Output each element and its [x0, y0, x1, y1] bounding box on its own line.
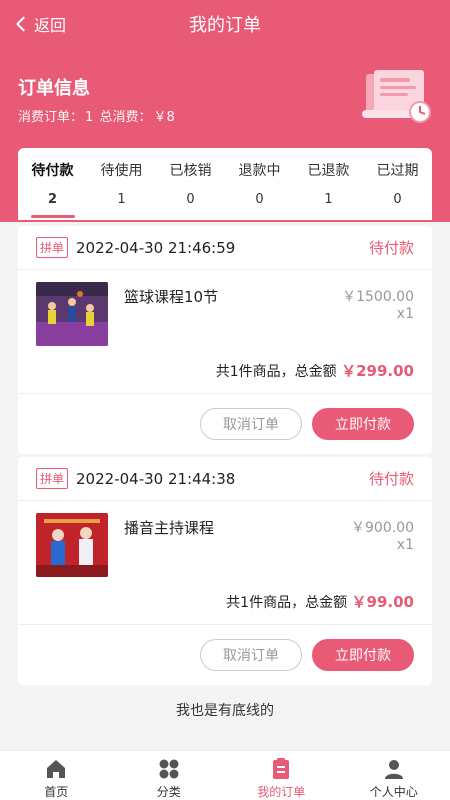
tab-refunding[interactable]: 退款中 0 [225, 148, 294, 220]
product-name: 播音主持课程 [124, 519, 215, 537]
order-amount: ￥99.00 [351, 593, 414, 611]
order-actions: 取消订单 立即付款 [18, 394, 432, 454]
pay-now-button[interactable]: 立即付款 [312, 408, 414, 440]
navbar: 返回 我的订单 [0, 0, 450, 48]
product-quantity: x1 [396, 537, 414, 553]
cancel-order-button[interactable]: 取消订单 [200, 639, 302, 671]
order-amount: ￥299.00 [341, 362, 414, 380]
order-time: 2022-04-30 21:44:38 [76, 469, 236, 488]
tab-label: 已核销 [169, 163, 212, 179]
orders-count: 1 [85, 110, 94, 125]
tabbar-item-profile[interactable]: 个人中心 [338, 751, 450, 800]
page-title: 我的订单 [189, 15, 261, 36]
order-actions: 取消订单 立即付款 [18, 625, 432, 685]
tab-label: 已退款 [307, 163, 350, 179]
end-of-list-note: 我也是有底线的 [176, 703, 274, 719]
orders-label: 消费订单： [18, 110, 84, 125]
receipt-illustration-icon [362, 70, 431, 123]
product-thumbnail [36, 282, 108, 346]
order-info-title: 订单信息 [18, 78, 90, 99]
order-header: 拼单 2022-04-30 21:46:59 待付款 [18, 226, 432, 270]
product-price: ￥1500.00 [342, 289, 414, 305]
group-buy-badge: 拼单 [36, 468, 69, 489]
order-status: 待付款 [368, 470, 414, 488]
back-button[interactable]: 返回 [12, 10, 66, 38]
product-quantity: x1 [396, 306, 414, 322]
tabbar-item-home[interactable]: 首页 [0, 751, 113, 800]
back-label: 返回 [34, 16, 67, 35]
cancel-order-button[interactable]: 取消订单 [200, 408, 302, 440]
tab-count: 0 [186, 192, 195, 207]
tab-count: 1 [117, 192, 126, 207]
tab-expired[interactable]: 已过期 0 [363, 148, 432, 220]
chevron-left-icon [16, 16, 25, 32]
group-buy-badge: 拼单 [36, 237, 69, 258]
tabbar-label: 我的订单 [257, 785, 306, 799]
tab-label: 待付款 [31, 163, 74, 179]
pay-now-button[interactable]: 立即付款 [312, 639, 414, 671]
tab-label: 已过期 [376, 163, 419, 179]
order-status-tabs: 待付款 2 待使用 1 已核销 0 退款中 0 已退款 1 已过期 0 [18, 148, 432, 220]
order-card: 拼单 2022-04-30 21:46:59 待付款 篮球课程10节 ￥1500… [18, 226, 432, 454]
order-item[interactable]: 播音主持课程 ￥900.00 x1 共1件商品，总金额 ￥99.00 [18, 501, 432, 625]
order-header: 拼单 2022-04-30 21:44:38 待付款 [18, 457, 432, 501]
tab-refunded[interactable]: 已退款 1 [294, 148, 363, 220]
bottom-tab-bar: 首页 分类 我的订单 个人中心 [0, 750, 450, 800]
summary-label: 共1件商品，总金额 [215, 364, 337, 380]
tab-redeemed[interactable]: 已核销 0 [156, 148, 225, 220]
summary-label: 共1件商品，总金额 [226, 595, 348, 611]
order-info-summary: 消费订单： 1 总消费： ￥8 [18, 106, 177, 125]
order-summary: 共1件商品，总金额 ￥99.00 [226, 591, 414, 612]
tabbar-item-category[interactable]: 分类 [113, 751, 226, 800]
total-label: 总消费： [99, 110, 152, 125]
tab-count: 0 [393, 192, 402, 207]
user-icon [384, 760, 403, 779]
tab-pending-payment[interactable]: 待付款 2 [18, 148, 87, 220]
home-icon [47, 760, 66, 778]
tabbar-label: 个人中心 [369, 785, 418, 799]
tab-count: 1 [324, 192, 333, 207]
tab-pending-use[interactable]: 待使用 1 [87, 148, 156, 220]
tab-label: 待使用 [100, 163, 143, 179]
tab-count: 0 [255, 192, 264, 207]
tabbar-label: 首页 [44, 785, 69, 799]
order-summary: 共1件商品，总金额 ￥299.00 [216, 360, 414, 381]
tabbar-item-orders[interactable]: 我的订单 [225, 751, 338, 800]
product-price: ￥900.00 [351, 520, 414, 536]
total-value: ￥8 [153, 110, 175, 125]
order-time: 2022-04-30 21:46:59 [76, 238, 236, 257]
tab-label: 退款中 [238, 163, 281, 179]
category-icon [159, 759, 179, 779]
order-item[interactable]: 篮球课程10节 ￥1500.00 x1 共1件商品，总金额 ￥299.00 [18, 270, 432, 394]
order-card: 拼单 2022-04-30 21:44:38 待付款 播音主持课程 ￥900.0… [18, 457, 432, 685]
tab-count: 2 [47, 192, 58, 207]
orders-icon [273, 758, 290, 779]
tabbar-label: 分类 [156, 785, 181, 799]
order-status: 待付款 [368, 239, 414, 257]
product-thumbnail [36, 513, 108, 577]
product-name: 篮球课程10节 [124, 288, 219, 306]
